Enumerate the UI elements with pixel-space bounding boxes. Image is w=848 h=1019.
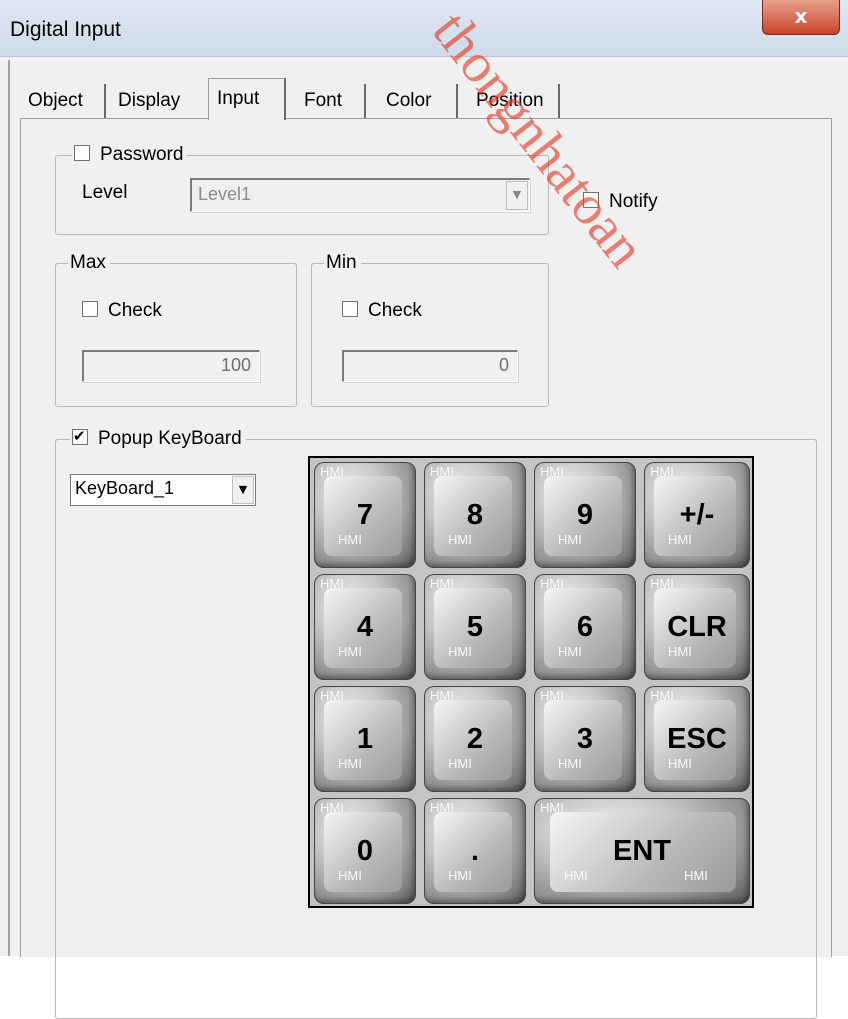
password-legend[interactable]: Password <box>72 144 188 166</box>
min-legend: Min <box>324 252 361 274</box>
key-plus-minus[interactable]: HMI HMI +/- <box>644 462 750 568</box>
tab-display[interactable]: Display <box>110 84 210 118</box>
key-1[interactable]: HMI HMI 1 <box>314 686 416 792</box>
notify-label: Notify <box>609 191 658 212</box>
max-checkbox[interactable] <box>82 301 98 317</box>
key-decimal[interactable]: HMI HMI. <box>424 798 526 904</box>
popup-keyboard-label: Popup KeyBoard <box>98 428 242 449</box>
chevron-down-icon[interactable]: ▼ <box>506 181 528 210</box>
tab-position[interactable]: Position <box>468 84 560 118</box>
key-3[interactable]: HMI HMI 3 <box>534 686 636 792</box>
max-check-option[interactable]: Check <box>82 300 162 322</box>
tab-color[interactable]: Color <box>378 84 458 118</box>
level-value: Level1 <box>198 184 252 204</box>
tab-object[interactable]: Object <box>20 84 106 118</box>
level-select[interactable]: Level1 ▼ <box>190 178 530 212</box>
key-8[interactable]: HMI HMI 8 <box>424 462 526 568</box>
window-title: Digital Input <box>10 18 121 41</box>
key-9[interactable]: HMI HMI 9 <box>534 462 636 568</box>
notify-checkbox[interactable] <box>583 192 599 208</box>
max-value-field[interactable]: 100 <box>82 350 260 382</box>
key-0[interactable]: HMI HMI 0 <box>314 798 416 904</box>
key-7[interactable]: HMI HMI 7 <box>314 462 416 568</box>
dialog-window: Digital Input x Object Display Input Fon… <box>0 0 848 1019</box>
max-legend: Max <box>68 252 110 274</box>
key-6[interactable]: HMI HMI 6 <box>534 574 636 680</box>
level-label: Level <box>82 182 128 203</box>
min-value-field[interactable]: 0 <box>342 350 518 382</box>
chevron-down-icon[interactable]: ▼ <box>232 476 254 504</box>
password-checkbox[interactable] <box>74 145 90 161</box>
popup-keyboard-legend[interactable]: Popup KeyBoard <box>70 426 246 450</box>
min-check-label: Check <box>368 300 422 321</box>
title-bar: Digital Input x <box>0 0 848 57</box>
tab-font[interactable]: Font <box>296 84 366 118</box>
checkmark-icon[interactable] <box>72 426 88 446</box>
close-button[interactable]: x <box>762 0 840 35</box>
tab-input[interactable]: Input <box>208 78 286 120</box>
password-label: Password <box>100 144 184 165</box>
keyboard-select[interactable]: KeyBoard_1 ▼ <box>70 474 256 506</box>
close-icon: x <box>794 4 808 28</box>
password-group: Password Level Level1 ▼ <box>55 144 549 235</box>
min-checkbox[interactable] <box>342 301 358 317</box>
key-5[interactable]: HMI HMI 5 <box>424 574 526 680</box>
max-group: Max Check 100 <box>55 252 297 407</box>
key-4[interactable]: HMI HMI 4 <box>314 574 416 680</box>
key-2[interactable]: HMI HMI 2 <box>424 686 526 792</box>
min-group: Min Check 0 <box>311 252 549 407</box>
key-esc[interactable]: HMI HMI ESC <box>644 686 750 792</box>
min-check-option[interactable]: Check <box>342 300 422 322</box>
keyboard-preview: HMI HMI 7 HMI HMI 8 HMI HMI 9 HMI HMI +/- HMI HMI… <box>308 456 754 908</box>
key-enter[interactable]: HMI HMI HMI ENT <box>534 798 750 904</box>
key-clr[interactable]: HMI HMI CLR <box>644 574 750 680</box>
keyboard-value: KeyBoard_1 <box>75 478 175 498</box>
max-check-label: Check <box>108 300 162 321</box>
notify-option[interactable]: Notify <box>583 191 658 213</box>
